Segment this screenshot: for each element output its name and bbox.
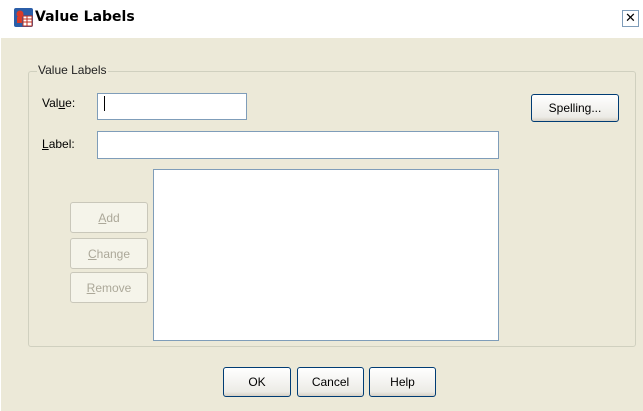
change-button[interactable]: Change xyxy=(70,238,148,269)
value-labels-dialog: Value Labels ✕ Value Labels Value: Label… xyxy=(0,0,643,411)
ok-button[interactable]: OK xyxy=(223,367,291,397)
value-field-label: Value: xyxy=(42,96,76,110)
spss-value-labels-icon xyxy=(14,8,33,27)
value-input[interactable] xyxy=(97,93,247,120)
window-title: Value Labels xyxy=(35,9,135,25)
groupbox-legend: Value Labels xyxy=(37,63,108,77)
help-button[interactable]: Help xyxy=(369,367,436,397)
remove-button[interactable]: Remove xyxy=(70,272,148,303)
value-labels-list[interactable] xyxy=(153,169,499,341)
label-input[interactable] xyxy=(97,131,499,159)
spelling-button[interactable]: Spelling... xyxy=(531,94,619,122)
label-field-label: Label: xyxy=(42,137,75,151)
cancel-button[interactable]: Cancel xyxy=(297,367,364,397)
close-icon[interactable]: ✕ xyxy=(625,11,636,26)
text-caret xyxy=(104,96,105,111)
add-button[interactable]: Add xyxy=(70,202,148,233)
close-button[interactable]: ✕ xyxy=(622,10,639,27)
title-bar[interactable]: Value Labels ✕ xyxy=(1,0,643,38)
